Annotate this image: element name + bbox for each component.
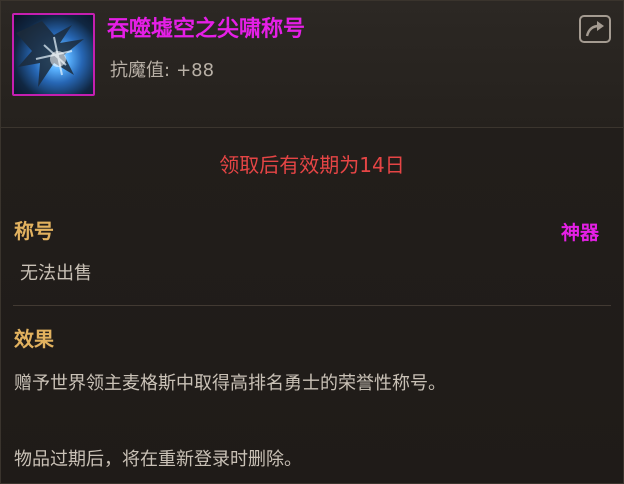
item-name: 吞噬墟空之尖啸称号 (107, 17, 306, 42)
dragon-icon (12, 13, 95, 96)
divider (13, 305, 611, 306)
category-title: 称号 (14, 219, 54, 243)
share-button[interactable] (579, 15, 611, 43)
item-tooltip: 吞噬墟空之尖啸称号 抗魔值: +88 领取后有效期为14日 称号 神器 无法出售 … (0, 0, 624, 484)
effect-description: 赠予世界领主麦格斯中取得高排名勇士的荣誉性称号。 (14, 373, 446, 394)
tooltip-header: 吞噬墟空之尖啸称号 抗魔值: +88 (1, 1, 623, 128)
expiry-deletion-note: 物品过期后，将在重新登录时删除。 (14, 449, 302, 470)
effect-title: 效果 (14, 327, 54, 351)
item-grade: 神器 (560, 222, 599, 244)
stat-label: 抗魔值: (110, 60, 171, 81)
trade-restriction: 无法出售 (20, 263, 92, 284)
share-icon (585, 21, 604, 37)
expiry-notice: 领取后有效期为14日 (219, 153, 405, 177)
magic-resist-stat: 抗魔值: +88 (110, 56, 214, 82)
stat-value: +88 (176, 60, 215, 81)
